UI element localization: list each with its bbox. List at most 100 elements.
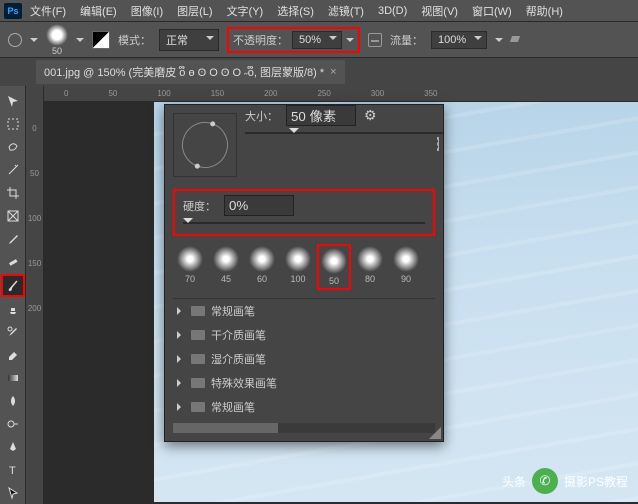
chevron-right-icon <box>177 355 185 363</box>
healing-brush-tool[interactable] <box>2 252 24 273</box>
folder-icon <box>191 354 205 364</box>
eraser-tool[interactable] <box>2 344 24 365</box>
menu-view[interactable]: 视图(V) <box>415 1 464 21</box>
size-slider[interactable] <box>245 132 443 134</box>
brush-presets-row: 70 45 60 100 50 80 90 <box>165 240 443 294</box>
hardness-highlight: 硬度： <box>173 189 435 236</box>
panel-scrollbar[interactable] <box>173 423 435 433</box>
chevron-right-icon <box>177 379 185 387</box>
ruler-tick: 100 <box>157 89 170 98</box>
frame-tool[interactable] <box>2 206 24 227</box>
opacity-input[interactable]: 50% <box>292 31 342 49</box>
tools-panel: T <box>0 86 26 504</box>
brush-tip-preview[interactable] <box>173 113 237 177</box>
gear-icon[interactable]: ⚙ <box>364 107 377 124</box>
opacity-label: 不透明度： <box>233 32 288 48</box>
horizontal-ruler: 0 50 100 150 200 250 300 350 <box>44 86 638 102</box>
path-select-tool[interactable] <box>2 483 24 504</box>
menu-window[interactable]: 窗口(W) <box>466 1 518 21</box>
brush-folder[interactable]: 常规画笔 <box>173 299 435 323</box>
brush-preview-icon[interactable] <box>46 24 68 46</box>
brush-folder[interactable]: 常规画笔 <box>173 395 435 419</box>
crop-tool[interactable] <box>2 182 24 203</box>
tool-preset-icon[interactable] <box>8 33 22 47</box>
resize-grip-icon[interactable] <box>429 427 441 439</box>
menu-select[interactable]: 选择(S) <box>271 1 320 21</box>
dodge-tool[interactable] <box>2 414 24 435</box>
folder-label: 干介质画笔 <box>211 327 266 343</box>
brush-preset[interactable]: 90 <box>391 246 421 284</box>
menu-image[interactable]: 图像(I) <box>125 1 169 21</box>
wechat-icon: ✆ <box>532 468 558 494</box>
brush-preset-panel: 大小： ⚙ 硬度： 70 45 60 100 <box>164 104 444 442</box>
size-input[interactable] <box>286 105 356 126</box>
app-icon: Ps <box>4 3 22 19</box>
chevron-down-icon[interactable] <box>30 38 38 46</box>
brush-preset[interactable]: 45 <box>211 246 241 284</box>
watermark-prefix: 头条 <box>502 473 526 490</box>
watermark: 头条 ✆ 摄影PS教程 <box>502 468 628 494</box>
flow-label: 流量： <box>390 32 423 48</box>
brush-panel-toggle-icon[interactable] <box>92 31 110 49</box>
ruler-tick: 50 <box>108 89 117 98</box>
brush-preset[interactable]: 70 <box>175 246 205 284</box>
folder-label: 常规画笔 <box>211 303 255 319</box>
lasso-tool[interactable] <box>2 136 24 157</box>
menu-3d[interactable]: 3D(D) <box>372 3 413 19</box>
canvas-area: 0 50 100 150 200 250 300 350 大小： ⚙ <box>44 86 638 504</box>
flow-input[interactable]: 100% <box>431 31 487 49</box>
ruler-tick: 250 <box>317 89 330 98</box>
history-brush-tool[interactable] <box>2 321 24 342</box>
ruler-tick: 150 <box>28 259 41 268</box>
menu-type[interactable]: 文字(Y) <box>221 1 270 21</box>
airbrush-icon[interactable] <box>511 34 527 46</box>
document-tab[interactable]: 001.jpg @ 150% (完美磨皮 oຶ ө ʘ O ʘ O ˶oຶ, 图… <box>36 60 345 84</box>
brush-preset[interactable]: 60 <box>247 246 277 284</box>
brush-preset[interactable]: 100 <box>283 246 313 284</box>
hardness-slider[interactable] <box>183 222 425 224</box>
chevron-right-icon <box>177 403 185 411</box>
brush-preset[interactable]: 80 <box>355 246 385 284</box>
ruler-tick: 350 <box>424 89 437 98</box>
eyedropper-tool[interactable] <box>2 229 24 250</box>
chevron-right-icon <box>177 331 185 339</box>
opacity-highlight: 不透明度： 50% <box>227 27 360 53</box>
marquee-tool[interactable] <box>2 113 24 134</box>
flip-icon[interactable] <box>437 137 439 151</box>
chevron-down-icon[interactable] <box>76 38 84 46</box>
blur-tool[interactable] <box>2 390 24 411</box>
close-tab-icon[interactable]: × <box>330 66 336 78</box>
chevron-down-icon[interactable] <box>346 38 354 46</box>
menu-file[interactable]: 文件(F) <box>24 1 72 21</box>
folder-icon <box>191 402 205 412</box>
menu-edit[interactable]: 编辑(E) <box>74 1 123 21</box>
ruler-tick: 300 <box>371 89 384 98</box>
svg-text:T: T <box>9 465 16 477</box>
hardness-input[interactable] <box>224 195 294 216</box>
pressure-opacity-icon[interactable] <box>368 33 382 47</box>
brush-folder[interactable]: 干介质画笔 <box>173 323 435 347</box>
type-tool[interactable]: T <box>2 460 24 481</box>
ruler-tick: 50 <box>30 169 39 178</box>
brush-folder[interactable]: 湿介质画笔 <box>173 347 435 371</box>
folder-icon <box>191 330 205 340</box>
chevron-down-icon[interactable] <box>495 38 503 46</box>
brush-folder-list: 常规画笔 干介质画笔 湿介质画笔 特殊效果画笔 常规画笔 <box>173 298 435 419</box>
ruler-tick: 0 <box>64 89 68 98</box>
brush-preset-selected[interactable]: 50 <box>319 246 349 288</box>
brush-folder[interactable]: 特殊效果画笔 <box>173 371 435 395</box>
clone-stamp-tool[interactable] <box>2 298 24 319</box>
pen-tool[interactable] <box>2 437 24 458</box>
chevron-right-icon <box>177 307 185 315</box>
move-tool[interactable] <box>2 90 24 111</box>
menu-layer[interactable]: 图层(L) <box>171 1 218 21</box>
hardness-label: 硬度： <box>183 198 216 214</box>
gradient-tool[interactable] <box>2 367 24 388</box>
menu-filter[interactable]: 滤镜(T) <box>322 1 370 21</box>
brush-tool[interactable] <box>2 275 24 296</box>
menu-help[interactable]: 帮助(H) <box>520 1 569 21</box>
blend-mode-select[interactable]: 正常 <box>159 29 219 51</box>
document-tab-bar: 001.jpg @ 150% (完美磨皮 oຶ ө ʘ O ʘ O ˶oຶ, 图… <box>0 58 638 86</box>
magic-wand-tool[interactable] <box>2 159 24 180</box>
folder-label: 湿介质画笔 <box>211 351 266 367</box>
